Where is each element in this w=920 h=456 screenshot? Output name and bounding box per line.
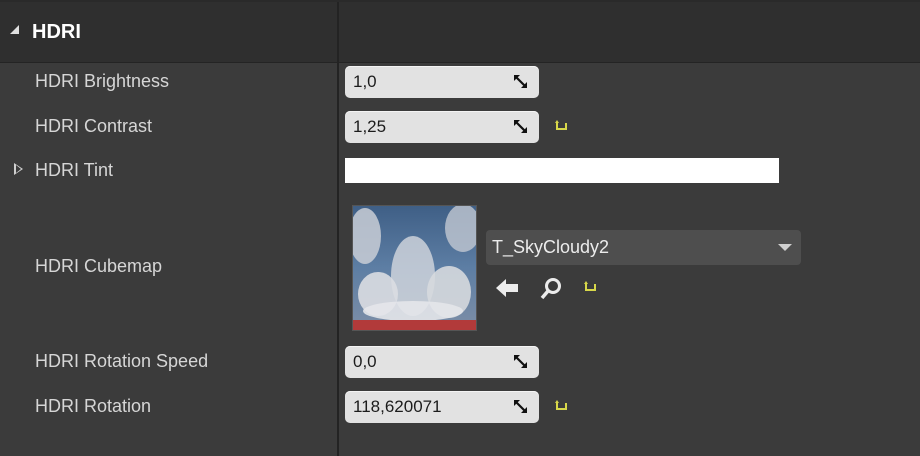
details-panel: HDRI HDRI Brightness 1,0 HDRI Contrast 1… (0, 0, 920, 456)
reset-to-default-icon[interactable] (584, 281, 598, 293)
drag-handle-icon[interactable] (514, 75, 527, 88)
rotation-speed-label: HDRI Rotation Speed (35, 351, 209, 371)
contrast-label: HDRI Contrast (35, 116, 153, 136)
sky-preview-image (349, 204, 481, 330)
drag-handle-icon[interactable] (514, 120, 527, 133)
magnifier-icon[interactable] (540, 276, 564, 300)
rotation-label: HDRI Rotation (35, 396, 152, 416)
reset-to-default-icon[interactable] (555, 400, 569, 412)
rotation-speed-field[interactable]: 0,0 (345, 346, 539, 378)
reset-to-default-icon[interactable] (555, 120, 569, 132)
expand-arrow-icon[interactable] (14, 163, 23, 175)
column-splitter[interactable] (337, 2, 339, 456)
tint-label: HDRI Tint (35, 160, 114, 180)
cubemap-asset-dropdown[interactable]: T_SkyCloudy2 (486, 230, 801, 265)
rotation-speed-value[interactable]: 0,0 (353, 352, 377, 372)
brightness-value[interactable]: 1,0 (353, 72, 377, 92)
drag-handle-icon[interactable] (514, 400, 527, 413)
chevron-down-icon[interactable] (778, 244, 792, 251)
rotation-value[interactable]: 118,620071 (353, 397, 442, 417)
rotation-field[interactable]: 118,620071 (345, 391, 539, 423)
contrast-field[interactable]: 1,25 (345, 111, 539, 143)
arrow-left-icon[interactable] (496, 277, 520, 299)
brightness-label: HDRI Brightness (35, 71, 170, 91)
hdri-category-header[interactable]: HDRI (0, 2, 920, 63)
brightness-field[interactable]: 1,0 (345, 66, 539, 98)
tint-color-swatch[interactable] (345, 158, 779, 183)
drag-handle-icon[interactable] (514, 355, 527, 368)
cubemap-asset-name: T_SkyCloudy2 (492, 237, 610, 257)
contrast-value[interactable]: 1,25 (353, 117, 386, 137)
cubemap-thumbnail[interactable] (349, 204, 481, 331)
collapse-arrow-icon[interactable] (10, 25, 19, 34)
cubemap-label: HDRI Cubemap (35, 256, 163, 276)
category-title: HDRI (32, 21, 81, 43)
